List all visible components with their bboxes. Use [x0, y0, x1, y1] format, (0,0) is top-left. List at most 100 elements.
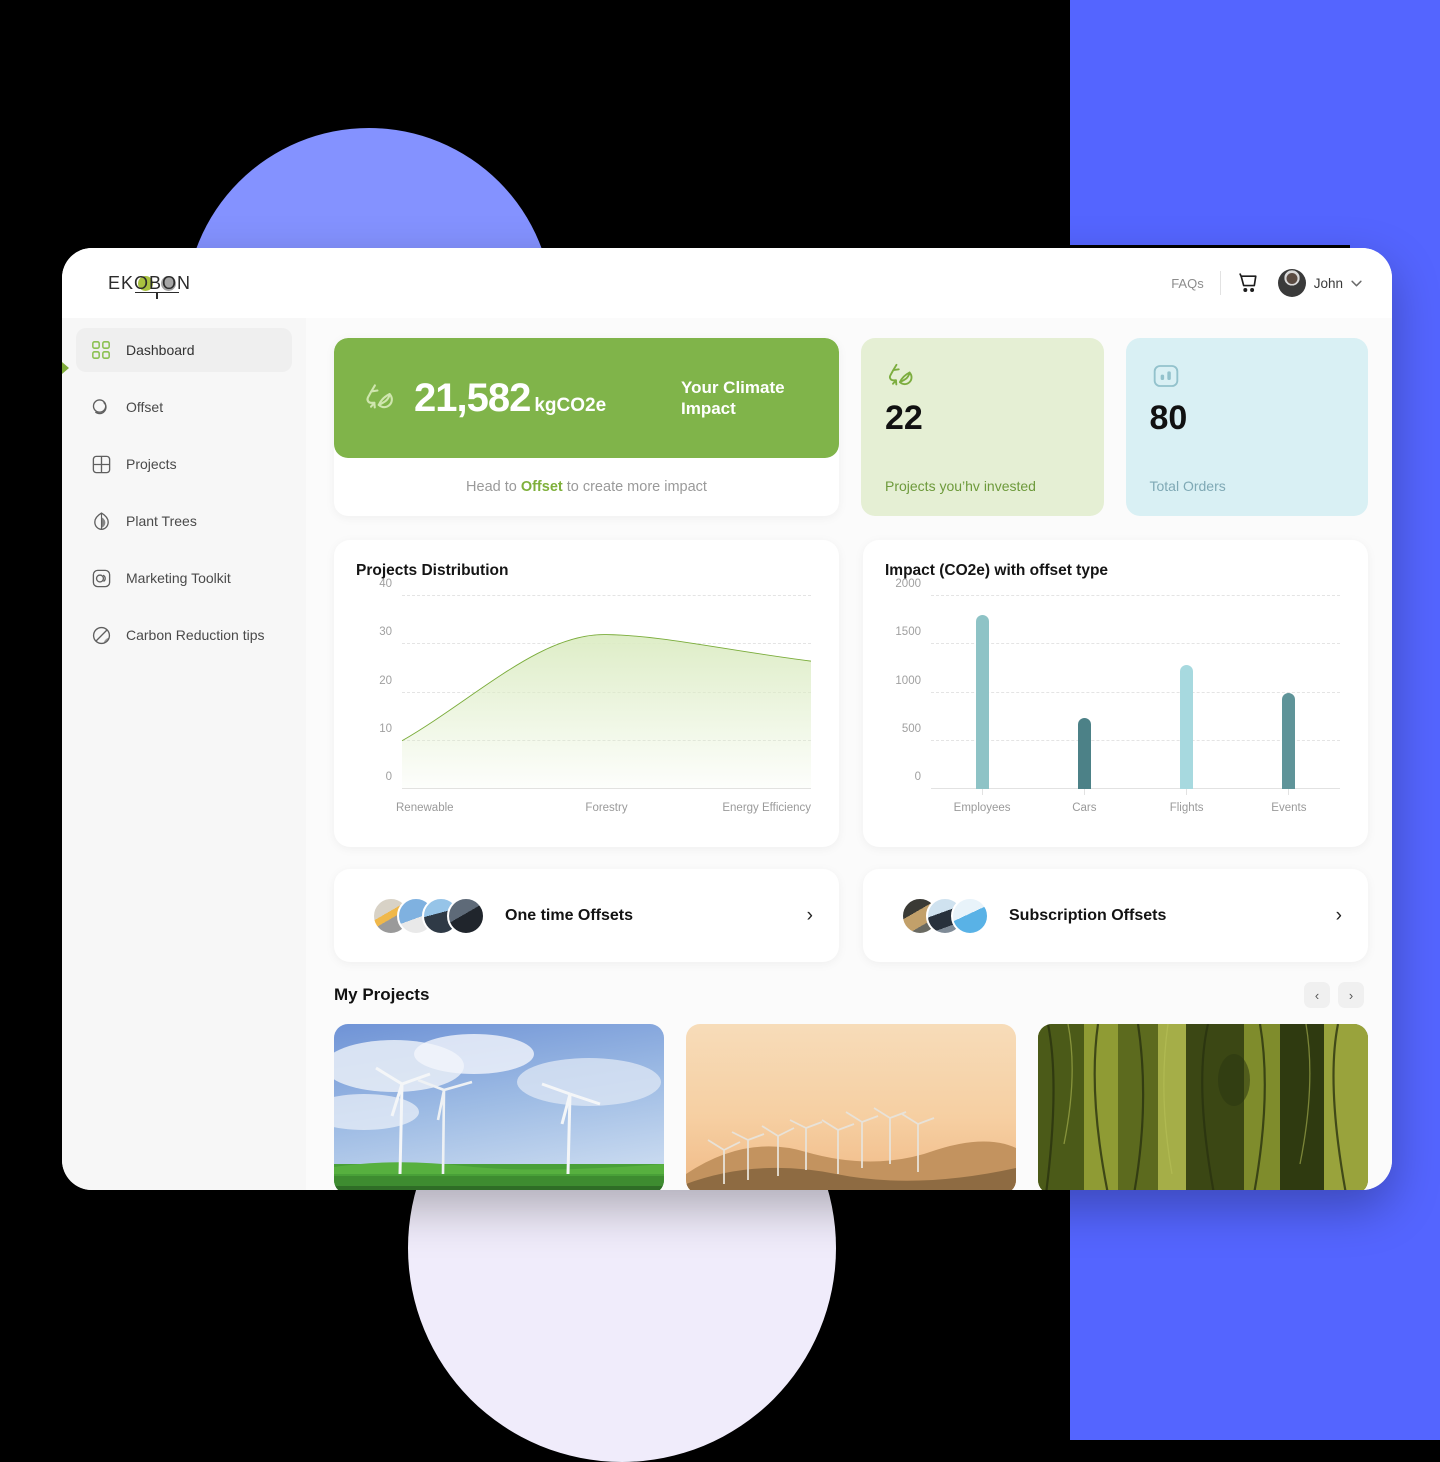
bar[interactable]	[975, 615, 989, 789]
cart-button[interactable]	[1237, 271, 1262, 296]
bar[interactable]	[1077, 717, 1091, 789]
climate-impact-banner: 21,582 kgCO2e Your Climate Impact	[334, 338, 839, 458]
bar-series	[931, 596, 1340, 795]
carbon-reduction-icon	[90, 624, 112, 646]
chart-title: Projects Distribution	[356, 562, 509, 579]
carousel-next-button[interactable]: ›	[1338, 982, 1364, 1008]
total-orders-value: 80	[1149, 399, 1188, 437]
app-window: EKOBON FAQs John Dashboard Offset Projec…	[62, 248, 1392, 1190]
sidebar-item-dashboard[interactable]: Dashboard	[76, 328, 292, 372]
x-tick-label: Employees	[953, 802, 1011, 814]
offset-link[interactable]: Offset	[521, 479, 563, 495]
bar-slot	[1238, 596, 1340, 795]
projects-invested-card: 22 Projects you’hv invested	[861, 338, 1104, 516]
y-tick-label: 1500	[895, 626, 921, 639]
thumbnail-stack	[901, 896, 989, 935]
project-card[interactable]	[1038, 1024, 1368, 1190]
decor-blue-rect-top-right	[1070, 0, 1440, 245]
climate-footer-prefix: Head to	[466, 479, 517, 495]
wind-farm-sunset-hills-image	[686, 1024, 1016, 1190]
leaf-icon	[90, 510, 112, 532]
sidebar-item-label: Projects	[126, 456, 177, 472]
sidebar-item-plant-trees[interactable]: Plant Trees	[76, 499, 292, 543]
x-tick-label: Flights	[1169, 802, 1204, 814]
stats-row: 21,582 kgCO2e Your Climate Impact Head to…	[334, 338, 1368, 516]
projects-grid-icon	[90, 453, 112, 475]
sidebar-item-label: Offset	[126, 399, 164, 415]
climate-value: 21,582	[414, 375, 531, 420]
carousel-controls: ‹ ›	[1304, 982, 1364, 1008]
x-tick-label: Cars	[1072, 802, 1097, 814]
one-time-offsets-card[interactable]: One time Offsets ›	[334, 869, 839, 962]
y-tick-label: 0	[914, 771, 921, 783]
logo-stem-icon	[156, 291, 158, 299]
top-bar: EKOBON FAQs John	[62, 248, 1392, 318]
project-card[interactable]	[334, 1024, 664, 1190]
bar[interactable]	[1282, 692, 1296, 789]
y-tick-label: 2000	[895, 578, 921, 590]
sidebar-item-label: Plant Trees	[126, 513, 197, 529]
x-tick-label: Renewable	[396, 802, 454, 814]
y-tick-label: 20	[379, 674, 392, 687]
main-content: 21,582 kgCO2e Your Climate Impact Head to…	[306, 318, 1392, 1190]
decor-blue-rect-bottom-right	[1070, 1190, 1440, 1440]
y-tick-label: 500	[901, 722, 921, 735]
sidebar: Dashboard Offset Projects Plant Trees Ma…	[62, 318, 306, 1190]
window-body: Dashboard Offset Projects Plant Trees Ma…	[62, 318, 1392, 1190]
thumbnail-stack	[372, 896, 485, 935]
y-axis: 0 500 1000 1500 2000	[885, 578, 927, 789]
sidebar-item-label: Marketing Toolkit	[126, 570, 231, 586]
subscription-offsets-card[interactable]: Subscription Offsets ›	[863, 869, 1368, 962]
climate-footer: Head to Offset to create more impact	[334, 458, 839, 516]
y-tick-label: 40	[379, 578, 392, 590]
grid-dashboard-icon	[90, 339, 112, 361]
bar[interactable]	[1180, 664, 1194, 789]
offset-label: One time Offsets	[505, 906, 634, 924]
active-nav-marker	[62, 362, 69, 374]
bar-slot	[931, 596, 1033, 795]
y-tick-label: 0	[385, 771, 392, 783]
projects-invested-value: 22	[885, 399, 923, 437]
sidebar-item-carbon-reduction-tips[interactable]: Carbon Reduction tips	[76, 613, 292, 657]
y-axis: 0 10 20 30 40	[356, 578, 398, 789]
carousel-prev-button[interactable]: ‹	[1304, 982, 1330, 1008]
chevron-right-icon[interactable]: ›	[807, 905, 813, 927]
marketing-rings-icon	[90, 567, 112, 589]
page-section-title: My Projects	[334, 985, 430, 1004]
plot-area	[931, 595, 1340, 795]
avatar	[1277, 269, 1306, 297]
user-menu[interactable]: John	[1277, 269, 1362, 297]
x-axis-labels: Employees Cars Flights Events	[931, 795, 1340, 821]
offset-thumbnail	[951, 896, 989, 935]
sidebar-item-offset[interactable]: Offset	[76, 385, 292, 429]
shopping-cart-icon	[1239, 272, 1257, 292]
sidebar-item-projects[interactable]: Projects	[76, 442, 292, 486]
climate-footer-suffix: to create more impact	[566, 479, 707, 495]
offset-thumbnail	[447, 896, 485, 935]
climate-caption: Your Climate Impact	[681, 377, 785, 418]
impact-plot: 0 500 1000 1500 2000 Employees Cars Flights Eve…	[885, 578, 1346, 831]
recycle-leaf-icon	[888, 363, 913, 386]
faqs-link[interactable]: FAQs	[1171, 276, 1204, 291]
plot-area	[402, 595, 811, 789]
total-orders-card: 80 Total Orders	[1125, 338, 1368, 516]
climate-unit: kgCO2e	[534, 394, 607, 416]
topbar-divider	[1219, 271, 1221, 295]
x-axis-labels: Renewable Forestry Energy Efficiency	[396, 795, 811, 821]
brand-name: EKOBON	[108, 272, 192, 293]
user-name: John	[1313, 275, 1343, 291]
sidebar-item-marketing-toolkit[interactable]: Marketing Toolkit	[76, 556, 292, 600]
chevron-right-icon[interactable]: ›	[1336, 905, 1342, 927]
project-card[interactable]	[686, 1024, 1016, 1190]
my-projects-list	[334, 1024, 1368, 1190]
bar-slot	[1033, 596, 1135, 795]
x-tick-label: Energy Efficiency	[722, 802, 811, 814]
projects-distribution-plot: 0 10 20 30 40 Renewable Forestry Energy Effici…	[356, 578, 817, 831]
offset-label: Subscription Offsets	[1009, 906, 1167, 924]
my-projects-header: My Projects ‹ ›	[334, 982, 1368, 1008]
brand-logo[interactable]: EKOBON	[108, 272, 192, 299]
orders-bars-icon	[1153, 365, 1178, 387]
chart-title: Impact (CO2e) with offset type	[885, 562, 1109, 579]
bar-slot	[1136, 596, 1238, 795]
charts-row: Projects Distribution 0 10 20 30 40 Renewabl…	[334, 540, 1368, 847]
